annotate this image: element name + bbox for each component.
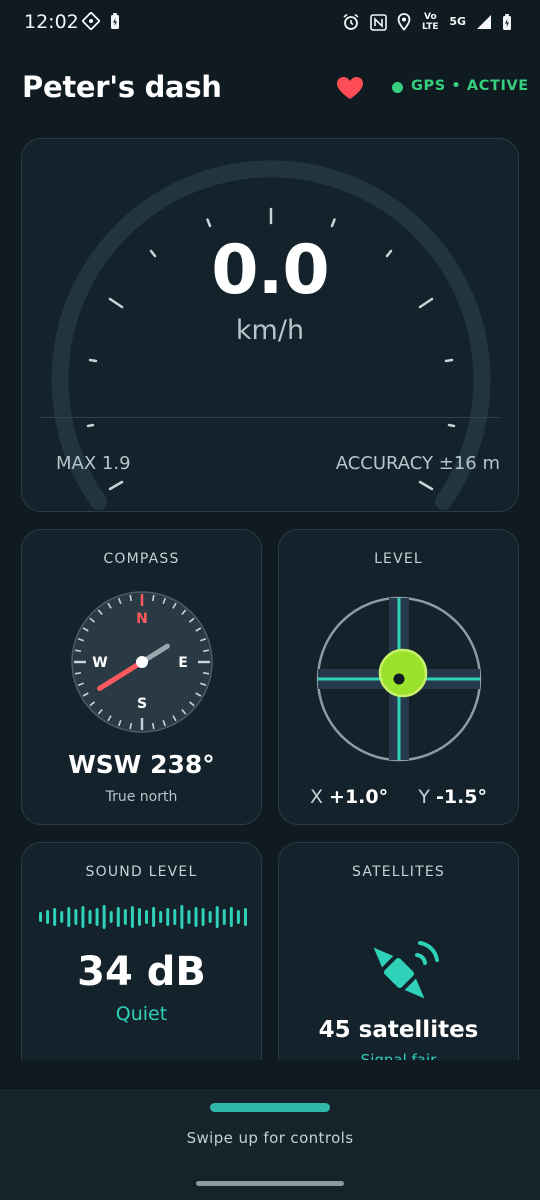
swipe-hint: Swipe up for controls bbox=[186, 1129, 354, 1147]
bottom-sheet[interactable]: Swipe up for controls bbox=[0, 1060, 540, 1200]
bubble-level bbox=[316, 596, 482, 762]
level-y-label: Y bbox=[418, 786, 430, 808]
status-time: 12:02 bbox=[24, 11, 79, 33]
satellites-title: SATELLITES bbox=[351, 864, 446, 880]
compass-north: N bbox=[136, 611, 148, 627]
waveform-bar bbox=[88, 910, 92, 924]
waveform-bar bbox=[180, 905, 184, 929]
waveform-bar bbox=[159, 911, 163, 923]
battery-icon bbox=[502, 13, 512, 31]
compass-title: COMPASS bbox=[103, 551, 180, 567]
waveform-bar bbox=[173, 909, 177, 925]
waveform-bar bbox=[229, 907, 233, 927]
level-title: LEVEL bbox=[374, 551, 423, 567]
waveform-bar bbox=[243, 908, 247, 926]
battery-saver-icon bbox=[110, 12, 120, 30]
speed-unit: km/h bbox=[235, 315, 305, 346]
waveform-bar bbox=[222, 909, 226, 925]
waveform-bar bbox=[60, 911, 64, 923]
level-center-dot bbox=[393, 673, 405, 685]
gps-status: GPS • ACTIVE bbox=[411, 78, 529, 94]
max-speed: MAX 1.9 bbox=[56, 453, 131, 474]
waveform-bar bbox=[53, 908, 57, 926]
waveform-bar bbox=[215, 906, 219, 928]
waveform-bar bbox=[152, 907, 156, 927]
network-type: 5G bbox=[449, 15, 466, 28]
satellite-icon bbox=[373, 941, 439, 999]
waveform-bar bbox=[137, 908, 141, 926]
waveform-bar bbox=[145, 910, 149, 924]
volte-icon: Vo LTE bbox=[422, 12, 439, 32]
compass-east: E bbox=[178, 655, 188, 671]
compass-south: S bbox=[137, 696, 147, 712]
waveform-bar bbox=[201, 908, 205, 926]
waveform-bar bbox=[116, 907, 120, 927]
waveform-bar bbox=[194, 907, 198, 927]
waveform-bar bbox=[81, 906, 85, 928]
waveform-bar bbox=[95, 908, 99, 926]
compass-card[interactable]: COMPASS N E S W WSW 238° True north bbox=[21, 529, 262, 825]
status-bar: 12:02 Vo LTE 5G bbox=[0, 0, 540, 48]
waveform-bar bbox=[46, 910, 50, 924]
sound-label: Quiet bbox=[115, 1003, 168, 1025]
waveform-bar bbox=[208, 911, 212, 923]
gesture-nav-bar[interactable] bbox=[196, 1181, 344, 1186]
sheet-drag-handle[interactable] bbox=[210, 1103, 330, 1112]
compass-heading: WSW 238° bbox=[68, 750, 215, 779]
waveform-bar bbox=[130, 906, 134, 928]
compass-reference: True north bbox=[105, 789, 178, 805]
page-title: Peter's dash bbox=[22, 70, 222, 104]
waveform-bar bbox=[236, 910, 240, 924]
sound-waveform bbox=[39, 905, 247, 929]
waveform-bar bbox=[39, 912, 43, 922]
waveform-bar bbox=[166, 908, 170, 926]
waveform-bar bbox=[123, 909, 127, 925]
gps-accuracy: ACCURACY ±16 m bbox=[335, 453, 500, 474]
waveform-bar bbox=[102, 905, 106, 929]
speed-value: 0.0 bbox=[211, 231, 329, 310]
nfc-icon bbox=[370, 13, 388, 31]
level-readout: X +1.0° Y -1.5° bbox=[279, 786, 518, 808]
heart-icon[interactable] bbox=[336, 76, 364, 100]
compass-west: W bbox=[92, 655, 107, 671]
location-icon bbox=[397, 13, 411, 31]
waveform-bar bbox=[67, 907, 71, 927]
waveform-bar bbox=[74, 909, 78, 925]
level-x-label: X bbox=[309, 786, 323, 808]
signal-icon bbox=[476, 14, 492, 30]
satellite-count: 45 satellites bbox=[318, 1017, 479, 1043]
level-x-value: +1.0° bbox=[329, 786, 389, 808]
speed-divider bbox=[40, 417, 500, 418]
waveform-bar bbox=[187, 910, 191, 924]
gps-status-dot bbox=[392, 82, 403, 93]
waveform-bar bbox=[109, 911, 113, 923]
level-y-value: -1.5° bbox=[435, 786, 488, 808]
compass-dial: N E S W bbox=[71, 591, 213, 733]
sound-title: SOUND LEVEL bbox=[85, 864, 198, 880]
grid-app-icon bbox=[82, 12, 100, 30]
level-bubble bbox=[378, 648, 428, 698]
alarm-icon bbox=[342, 13, 360, 31]
sound-value: 34 dB bbox=[77, 949, 206, 995]
speedometer-card[interactable]: 0.0 km/h MAX 1.9 ACCURACY ±16 m bbox=[21, 138, 519, 512]
level-card[interactable]: LEVEL X +1.0° Y -1.5° bbox=[278, 529, 519, 825]
